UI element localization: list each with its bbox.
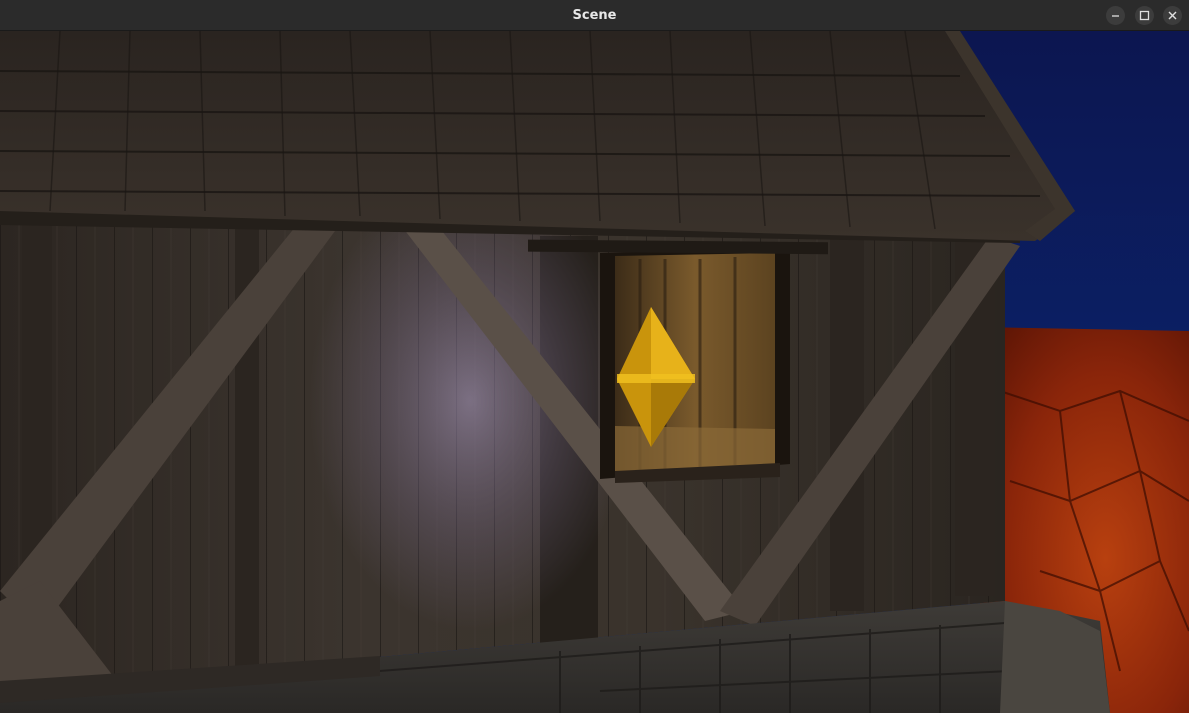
close-button[interactable]: [1163, 6, 1182, 25]
roof: [0, 31, 1075, 241]
minimize-icon: [1112, 15, 1119, 17]
window-title: Scene: [572, 8, 617, 23]
maximize-button[interactable]: [1135, 6, 1154, 25]
close-icon: [1168, 11, 1177, 20]
minimize-button[interactable]: [1106, 6, 1125, 25]
title-bar: Scene: [0, 0, 1189, 31]
scene-render: [0, 31, 1189, 713]
scene-viewport[interactable]: [0, 31, 1189, 713]
spotlight-glow: [310, 171, 630, 631]
maximize-icon: [1139, 10, 1150, 21]
